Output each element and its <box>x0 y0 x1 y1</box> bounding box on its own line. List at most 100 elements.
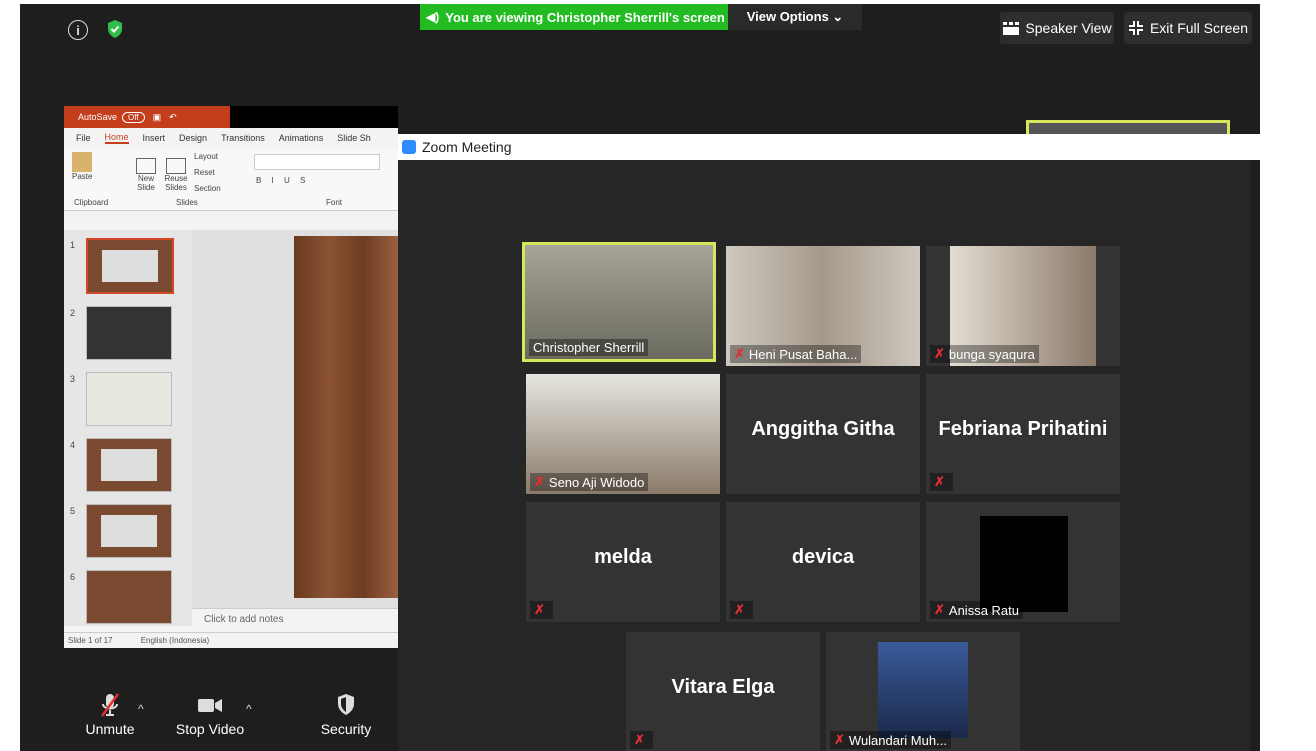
slide-number: 3 <box>70 374 76 384</box>
participant-name-placeholder: Anggitha Githa <box>751 418 895 440</box>
audio-options-caret-icon[interactable]: ^ <box>138 702 144 716</box>
ppt-menu-file[interactable]: File <box>76 133 91 143</box>
participant-name: Christopher Sherrill <box>529 339 649 356</box>
slide-thumbnail[interactable] <box>86 238 174 294</box>
stop-video-label: Stop Video <box>175 721 245 737</box>
participant-tile[interactable]: Febriana Prihatini ✗ <box>926 374 1120 494</box>
participant-tile[interactable]: ✗ Anissa Ratu <box>926 502 1120 622</box>
layout-button[interactable]: Layout <box>194 152 218 161</box>
participant-name-placeholder: devica <box>791 546 855 568</box>
screen-share-banner: ◀) You are viewing Christopher Sherrill'… <box>420 4 728 30</box>
participant-tile[interactable]: Anggitha Githa <box>726 374 920 494</box>
new-slide-icon <box>136 158 156 174</box>
security-label: Security <box>320 721 372 737</box>
ppt-menu-design[interactable]: Design <box>179 133 207 143</box>
slide-thumbnail-content <box>101 515 157 547</box>
unmute-button[interactable]: Unmute <box>78 692 142 737</box>
section-button[interactable]: Section <box>194 184 221 193</box>
reuse-slides-icon <box>166 158 186 174</box>
participant-video <box>980 516 1068 612</box>
save-icon[interactable]: ▣ <box>153 112 162 123</box>
ppt-menu-transitions[interactable]: Transitions <box>221 133 265 143</box>
muted-mic-icon: ✗ <box>934 346 945 361</box>
reset-button[interactable]: Reset <box>194 168 215 177</box>
ppt-menu-slideshow[interactable]: Slide Sh <box>337 133 371 143</box>
font-name-box[interactable] <box>254 154 380 170</box>
slide-thumbnail[interactable] <box>86 570 172 624</box>
paste-icon <box>72 152 93 172</box>
muted-mic-icon: ✗ <box>534 474 545 489</box>
muted-mic-icon: ✗ <box>534 602 545 617</box>
participant-tile[interactable]: ✗ Heni Pusat Baha... <box>726 246 920 366</box>
participant-tile[interactable]: devica ✗ <box>726 502 920 622</box>
slide-thumbnail[interactable] <box>86 438 172 492</box>
notes-pane[interactable]: Click to add notes <box>192 608 398 630</box>
zoom-window-title: Zoom Meeting <box>422 139 512 155</box>
participant-tile[interactable]: Christopher Sherrill <box>522 242 716 362</box>
slide-thumbnail-content <box>102 250 158 282</box>
encryption-shield-icon[interactable] <box>106 19 124 39</box>
slide-thumbnail[interactable] <box>86 372 172 426</box>
participant-tile[interactable]: melda ✗ <box>526 502 720 622</box>
participant-mute-status: ✗ <box>630 731 653 749</box>
ppt-menu-animations[interactable]: Animations <box>279 133 324 143</box>
paste-button[interactable]: Paste <box>72 152 92 181</box>
slide-number: 4 <box>70 440 76 450</box>
redacted-bar <box>230 106 398 128</box>
autosave-label: AutoSave <box>78 112 118 122</box>
new-slide-label: New Slide <box>137 174 155 192</box>
stop-video-button[interactable]: Stop Video <box>172 692 248 737</box>
participant-mute-status: ✗ <box>930 473 953 491</box>
clipboard-group-label: Clipboard <box>74 198 109 207</box>
zoom-logo-icon <box>402 140 416 154</box>
speaker-view-label: Speaker View <box>1025 20 1112 36</box>
exit-full-screen-icon <box>1128 21 1143 35</box>
zoom-meeting-title-bar: Zoom Meeting <box>398 134 1260 160</box>
zoom-fullscreen-window: i ◀) You are viewing Christopher Sherril… <box>20 4 1260 751</box>
new-slide-button[interactable]: New Slide <box>132 158 160 192</box>
info-icon[interactable]: i <box>68 20 88 40</box>
muted-mic-icon: ✗ <box>734 602 745 617</box>
participant-name: ✗ Wulandari Muh... <box>830 731 951 749</box>
participant-mute-status: ✗ <box>730 601 753 619</box>
slide-thumbnails: 1 2 3 4 5 6 <box>64 230 192 626</box>
ppt-menu-home[interactable]: Home <box>104 132 129 144</box>
video-options-caret-icon[interactable]: ^ <box>246 702 252 716</box>
muted-mic-icon: ✗ <box>734 346 745 361</box>
autosave-toggle[interactable]: Off <box>122 111 145 123</box>
participant-tile[interactable]: Vitara Elga ✗ <box>626 632 820 751</box>
security-shield-icon <box>338 694 354 715</box>
ppt-ribbon: Paste New Slide Reuse Slides Layout Rese… <box>64 148 398 211</box>
participant-name: ✗ Heni Pusat Baha... <box>730 345 862 363</box>
screen-share-banner-text: You are viewing Christopher Sherrill's s… <box>445 9 725 25</box>
reuse-slides-button[interactable]: Reuse Slides <box>162 158 190 192</box>
ppt-status-bar: Slide 1 of 17 English (Indonesia) <box>64 632 398 648</box>
slide-thumbnail-content <box>101 449 157 481</box>
view-options-button[interactable]: View Options ⌄ <box>728 4 862 30</box>
unmute-label: Unmute <box>85 721 135 737</box>
security-button[interactable]: Security <box>314 692 378 737</box>
slide-number: 6 <box>70 572 76 582</box>
slide-thumbnail[interactable] <box>86 306 172 360</box>
font-format-buttons[interactable]: B I U S <box>256 176 309 185</box>
speaker-view-button[interactable]: Speaker View <box>1000 12 1114 44</box>
muted-mic-icon: ✗ <box>934 602 945 617</box>
participant-tile[interactable]: ✗ Seno Aji Widodo <box>526 374 720 494</box>
slide-count: Slide 1 of 17 <box>68 636 113 645</box>
participant-tile[interactable]: ✗ bunga syaqura <box>926 246 1120 366</box>
current-slide[interactable] <box>294 236 398 598</box>
slide-thumbnail[interactable] <box>86 504 172 558</box>
exit-full-screen-label: Exit Full Screen <box>1149 20 1249 36</box>
participant-name: ✗ bunga syaqura <box>930 345 1039 363</box>
ppt-menu-insert[interactable]: Insert <box>143 133 166 143</box>
undo-icon[interactable]: ↶ <box>169 112 177 123</box>
language-indicator: English (Indonesia) <box>140 636 210 645</box>
autosave-toggle-label: Off <box>128 112 139 122</box>
font-group-label: Font <box>326 198 343 207</box>
ppt-menu-bar: File Home Insert Design Transitions Anim… <box>64 128 398 148</box>
participant-tile[interactable]: ✗ Wulandari Muh... <box>826 632 1020 751</box>
exit-full-screen-button[interactable]: Exit Full Screen <box>1124 12 1252 44</box>
participant-mute-status: ✗ <box>530 601 553 619</box>
participant-name: ✗ Seno Aji Widodo <box>530 473 649 491</box>
video-camera-icon <box>198 699 222 712</box>
